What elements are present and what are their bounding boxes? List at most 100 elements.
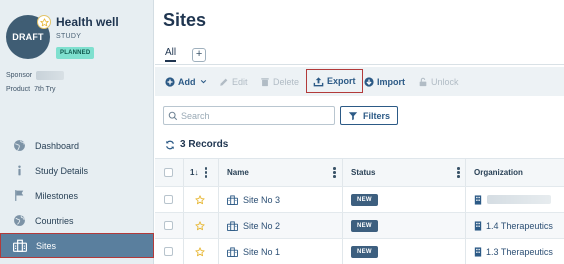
sidebar-item-milestones[interactable]: Milestones [0, 183, 154, 208]
organization-name: 1.3 Therapeutics [486, 246, 553, 257]
sort-label: 1↓ [190, 168, 199, 177]
status-badge: NEW [351, 219, 378, 232]
trash-icon [260, 77, 270, 87]
view-tabs: All + [165, 47, 207, 62]
building-icon [13, 239, 27, 253]
tabs-divider [155, 64, 564, 65]
sort-column-header[interactable]: 1↓ [190, 159, 208, 186]
sidebar-item-label: Milestones [35, 190, 79, 201]
site-name: Site No 3 [243, 194, 281, 205]
plus-circle-icon [165, 76, 175, 87]
column-header-organization[interactable]: Organization [474, 159, 523, 186]
sites-table: 1↓ Name Status Organization Site No 3 NE… [155, 158, 564, 264]
sidebar-item-study-details[interactable]: Study Details [0, 158, 154, 183]
status-badge: NEW [351, 193, 378, 206]
filters-button[interactable]: Filters [340, 106, 398, 125]
edit-label: Edit [232, 76, 248, 87]
import-button[interactable]: Import [364, 67, 405, 96]
unlock-label: Unlock [431, 76, 459, 87]
site-name-cell[interactable]: Site No 2 [227, 213, 280, 238]
sponsor-value-redacted [36, 71, 65, 80]
sidebar-item-sites[interactable]: Sites [0, 233, 154, 258]
organization-redacted [487, 195, 551, 204]
column-menu-icon[interactable] [333, 159, 336, 186]
table-row[interactable]: Site No 2 NEW 1.4 Therapeutics [155, 213, 564, 239]
study-name: Health well [56, 15, 119, 29]
organization-cell[interactable] [474, 187, 551, 212]
organization-building-icon [474, 220, 482, 231]
chevron-down-icon [200, 78, 207, 85]
site-name: Site No 2 [243, 220, 281, 231]
sidebar-item-label: Study Details [35, 165, 89, 176]
sidebar-item-dashboard[interactable]: Dashboard [0, 133, 154, 158]
column-header-name[interactable]: Name [227, 159, 249, 186]
table-row[interactable]: Site No 1 NEW 1.3 Therapeutics [155, 239, 564, 264]
records-count: 3 Records [165, 139, 228, 150]
sidebar-nav: Dashboard Study Details Milestones Count… [0, 133, 154, 258]
sponsor-label: Sponsor [6, 72, 33, 79]
delete-label: Delete [273, 76, 300, 87]
records-label: 3 Records [180, 139, 229, 150]
export-button[interactable]: Export [306, 69, 363, 93]
filter-icon [348, 111, 358, 121]
column-organization-label: Organization [474, 168, 523, 177]
delete-button[interactable]: Delete [260, 67, 299, 96]
filters-label: Filters [362, 110, 390, 121]
column-header-status[interactable]: Status [351, 159, 375, 186]
product-row: Product 7th Try [6, 86, 56, 93]
select-all-checkbox[interactable] [164, 159, 173, 186]
search-icon [168, 111, 178, 121]
action-toolbar: Add Edit Delete Export Import Unlock [155, 67, 564, 96]
column-menu-icon[interactable] [204, 167, 208, 178]
building-icon [227, 194, 238, 205]
table-row[interactable]: Site No 3 NEW [155, 187, 564, 213]
organization-cell[interactable]: 1.3 Therapeutics [474, 239, 553, 264]
site-name-cell[interactable]: Site No 1 [227, 239, 280, 264]
favorite-star-icon[interactable] [195, 239, 205, 264]
sidebar-item-countries[interactable]: Countries [0, 208, 154, 233]
add-button[interactable]: Add [165, 67, 207, 96]
study-type-label: STUDY [56, 33, 82, 40]
sidebar-item-label: Countries [35, 215, 74, 226]
refresh-icon[interactable] [165, 140, 175, 150]
row-checkbox[interactable] [164, 187, 173, 212]
organization-cell[interactable]: 1.4 Therapeutics [474, 213, 553, 238]
unlock-button[interactable]: Unlock [418, 67, 459, 96]
add-label: Add [178, 76, 196, 87]
edit-button[interactable]: Edit [219, 67, 248, 96]
status-badge: NEW [351, 245, 378, 258]
organization-building-icon [474, 194, 482, 205]
study-status-badge: PLANNED [56, 47, 95, 59]
site-name-cell[interactable]: Site No 3 [227, 187, 280, 212]
globe-icon [12, 139, 26, 153]
column-menu-icon[interactable] [457, 159, 460, 186]
add-view-button[interactable]: + [192, 47, 207, 62]
favorite-star-icon[interactable] [195, 213, 205, 238]
info-icon [12, 164, 26, 178]
favorite-star-icon[interactable] [37, 15, 51, 29]
organization-name: 1.4 Therapeutics [486, 220, 553, 231]
sidebar-item-label: Dashboard [35, 140, 80, 151]
status-cell: NEW [351, 239, 378, 264]
favorite-star-icon[interactable] [195, 187, 205, 212]
search-input[interactable] [181, 110, 331, 121]
column-name-label: Name [227, 168, 249, 177]
search-box[interactable] [163, 106, 335, 125]
sidebar: DRAFT Health well STUDY PLANNED Sponsor … [0, 0, 154, 264]
row-checkbox[interactable] [164, 239, 173, 264]
building-icon [227, 246, 238, 257]
arrow-down-circle-icon [364, 76, 374, 87]
flag-icon [12, 189, 26, 203]
sponsor-row: Sponsor [6, 71, 65, 80]
tab-all[interactable]: All [165, 47, 177, 62]
unlock-icon [418, 77, 428, 87]
building-icon [227, 220, 238, 231]
status-cell: NEW [351, 187, 378, 212]
main-content: Sites All + Add Edit Delete Export Impor… [155, 0, 564, 264]
row-checkbox[interactable] [164, 213, 173, 238]
sidebar-item-label: Sites [36, 240, 57, 251]
status-cell: NEW [351, 213, 378, 238]
globe-icon [12, 214, 26, 228]
page-title: Sites [163, 10, 207, 30]
table-header: 1↓ Name Status Organization [155, 158, 564, 187]
